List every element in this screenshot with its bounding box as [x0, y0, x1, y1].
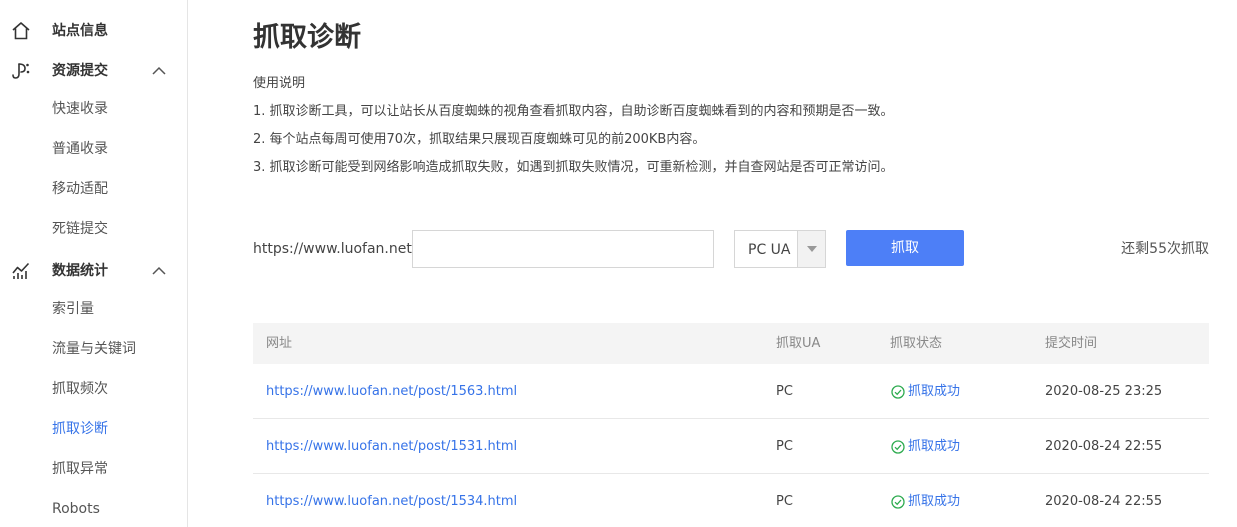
row-status-label: 抓取成功 [908, 439, 961, 454]
table-row: https://www.luofan.net/post/1531.html PC… [253, 419, 1209, 474]
stats-icon [12, 262, 30, 279]
check-circle-icon [891, 385, 905, 399]
row-status[interactable]: 抓取成功 [891, 493, 960, 511]
row-time: 2020-08-24 22:55 [1045, 494, 1163, 509]
sidebar-item-index-volume[interactable]: 索引量 [52, 299, 94, 319]
check-circle-icon [891, 440, 905, 454]
column-header-ua: 抓取UA [776, 336, 821, 351]
sidebar-item-crawl-errors[interactable]: 抓取异常 [52, 459, 108, 479]
column-header-status: 抓取状态 [890, 336, 943, 351]
sidebar-item-robots[interactable]: Robots [52, 499, 100, 519]
caret-down-icon[interactable] [797, 231, 825, 267]
table-header: 网址 抓取UA 抓取状态 提交时间 [253, 323, 1209, 364]
row-ua: PC [776, 494, 793, 509]
check-circle-icon [891, 495, 905, 509]
row-time: 2020-08-24 22:55 [1045, 439, 1163, 454]
table-row: https://www.luofan.net/post/1563.html PC… [253, 364, 1209, 419]
ua-select-value: PC UA [748, 242, 791, 258]
sidebar-item-deadlink-submit[interactable]: 死链提交 [52, 219, 108, 239]
row-url-link[interactable]: https://www.luofan.net/post/1534.html [266, 493, 517, 511]
column-header-time: 提交时间 [1045, 336, 1098, 351]
column-header-url: 网址 [266, 336, 293, 351]
row-ua: PC [776, 439, 793, 454]
row-url-link[interactable]: https://www.luofan.net/post/1563.html [266, 383, 517, 401]
usage-title: 使用说明 [253, 76, 306, 91]
sidebar: 站点信息 资源提交 快速收录 普通收录 移动适配 死链提交 数据统计 索引量 流… [0, 0, 188, 527]
sidebar-item-traffic-keywords[interactable]: 流量与关键词 [52, 339, 136, 359]
sidebar-item-crawl-diagnosis[interactable]: 抓取诊断 [52, 419, 108, 439]
page-title: 抓取诊断 [253, 22, 361, 53]
sidebar-group-site-info[interactable]: 站点信息 [0, 11, 188, 51]
sidebar-group-resource-submit[interactable]: 资源提交 [0, 51, 188, 91]
remaining-count: 还剩55次抓取 [1121, 241, 1209, 257]
row-ua: PC [776, 384, 793, 399]
usage-line-1: 1. 抓取诊断工具，可以让站长从百度蜘蛛的视角查看抓取内容，自助诊断百度蜘蛛看到… [253, 104, 894, 119]
fetch-button[interactable]: 抓取 [846, 230, 964, 266]
url-path-input[interactable] [412, 230, 714, 268]
sidebar-group-label: 数据统计 [52, 263, 108, 279]
row-url-link[interactable]: https://www.luofan.net/post/1531.html [266, 438, 517, 456]
row-status[interactable]: 抓取成功 [891, 438, 960, 456]
row-time: 2020-08-25 23:25 [1045, 384, 1163, 399]
sidebar-item-crawl-frequency[interactable]: 抓取频次 [52, 379, 108, 399]
resource-submit-icon [12, 63, 30, 79]
home-icon [12, 22, 30, 40]
sidebar-group-label: 资源提交 [52, 63, 108, 79]
sidebar-group-label: 站点信息 [52, 23, 108, 39]
row-status-label: 抓取成功 [908, 494, 961, 509]
ua-select[interactable]: PC UA [734, 230, 826, 268]
usage-line-2: 2. 每个站点每周可使用70次，抓取结果只展现百度蜘蛛可见的前200KB内容。 [253, 132, 706, 147]
sidebar-item-quick-index[interactable]: 快速收录 [52, 99, 108, 119]
row-status-label: 抓取成功 [908, 384, 961, 399]
usage-line-3: 3. 抓取诊断可能受到网络影响造成抓取失败，如遇到抓取失败情况，可重新检测，并自… [253, 160, 894, 175]
crawl-results-table: 网址 抓取UA 抓取状态 提交时间 https://www.luofan.net… [253, 323, 1209, 527]
sidebar-item-mobile-adapt[interactable]: 移动适配 [52, 179, 108, 199]
sidebar-group-data-stats[interactable]: 数据统计 [0, 251, 188, 291]
url-prefix: https://www.luofan.net/ [253, 241, 417, 257]
table-row: https://www.luofan.net/post/1534.html PC… [253, 474, 1209, 527]
row-status[interactable]: 抓取成功 [891, 383, 960, 401]
sidebar-item-normal-index[interactable]: 普通收录 [52, 139, 108, 159]
chevron-up-icon[interactable] [151, 65, 167, 77]
chevron-up-icon[interactable] [151, 265, 167, 277]
